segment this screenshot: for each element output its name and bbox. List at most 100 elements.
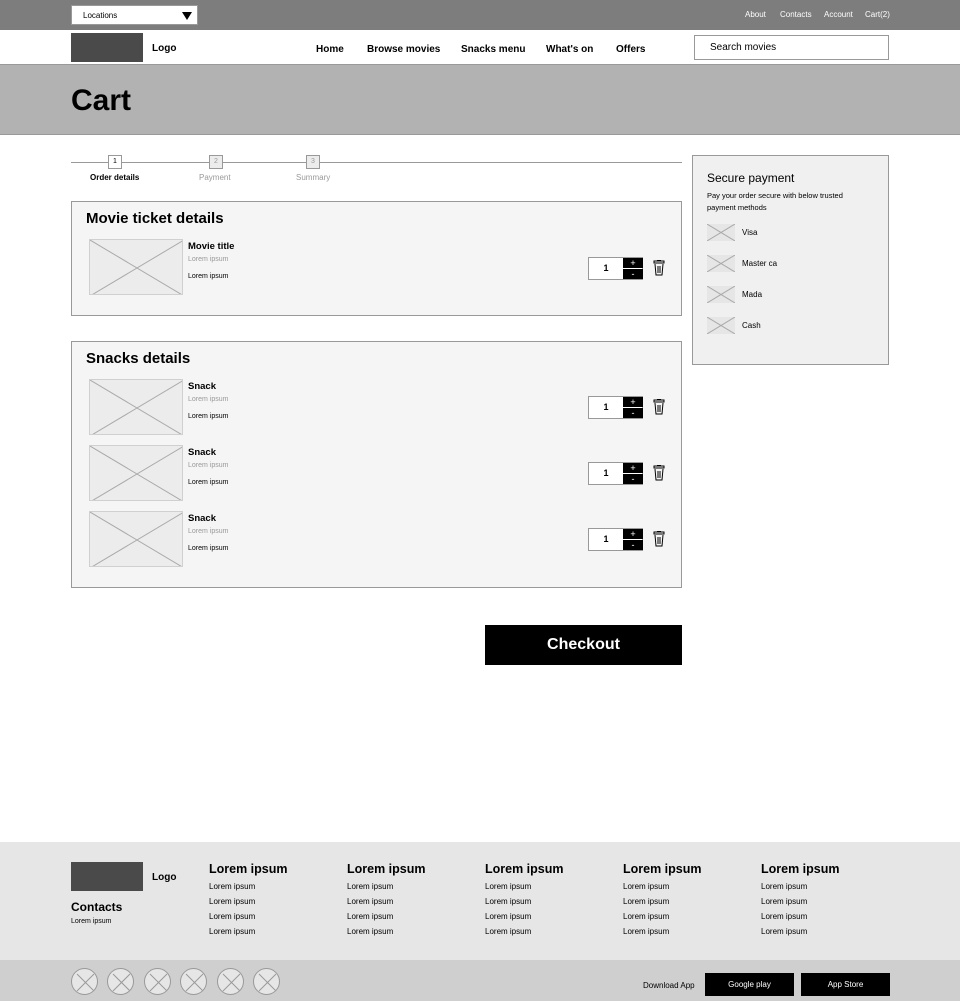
payment-method-visa: Visa bbox=[742, 228, 758, 237]
snack-detail: Lorem ipsum bbox=[188, 545, 229, 552]
social-icon[interactable] bbox=[180, 968, 207, 995]
footer-link[interactable]: Lorem ipsum bbox=[485, 912, 531, 921]
footer-link[interactable]: Lorem ipsum bbox=[347, 912, 393, 921]
page-title: Cart bbox=[71, 84, 132, 117]
snack-detail: Lorem ipsum bbox=[188, 479, 229, 486]
footer-link[interactable]: Lorem ipsum bbox=[347, 927, 393, 936]
footer-column-title: Lorem ipsum bbox=[485, 862, 564, 876]
secure-payment-title: Secure payment bbox=[707, 171, 795, 185]
footer-link[interactable]: Lorem ipsum bbox=[623, 897, 669, 906]
google-play-button[interactable]: Google play bbox=[705, 973, 794, 996]
quantity-value[interactable]: 1 bbox=[589, 258, 623, 279]
footer-link[interactable]: Lorem ipsum bbox=[623, 912, 669, 921]
payment-method-mada: Mada bbox=[742, 290, 763, 299]
movie-title: Movie title bbox=[188, 241, 235, 252]
image-placeholder-icon bbox=[89, 379, 183, 435]
logo-image[interactable] bbox=[71, 33, 143, 62]
snack-title: Snack bbox=[188, 513, 216, 524]
snack-title: Snack bbox=[188, 447, 216, 458]
footer-link[interactable]: Lorem ipsum bbox=[209, 927, 255, 936]
visa-icon bbox=[707, 224, 735, 241]
quantity-value[interactable]: 1 bbox=[589, 397, 623, 418]
quantity-value[interactable]: 1 bbox=[589, 529, 623, 550]
trash-icon[interactable] bbox=[653, 260, 665, 276]
snack-subtitle: Lorem ipsum bbox=[188, 528, 229, 535]
quantity-increase-button[interactable]: + bbox=[623, 258, 643, 268]
footer-link[interactable]: Lorem ipsum bbox=[209, 882, 255, 891]
stepper-line bbox=[71, 162, 682, 163]
mada-icon bbox=[707, 286, 735, 303]
snack-detail: Lorem ipsum bbox=[188, 413, 229, 420]
footer-link[interactable]: Lorem ipsum bbox=[209, 897, 255, 906]
quantity-stepper: 1 + - bbox=[588, 528, 643, 551]
footer-link[interactable]: Lorem ipsum bbox=[623, 882, 669, 891]
social-icon[interactable] bbox=[144, 968, 171, 995]
top-link-cart[interactable]: Cart(2) bbox=[865, 10, 890, 19]
footer-link[interactable]: Lorem ipsum bbox=[209, 912, 255, 921]
logo-text[interactable]: Logo bbox=[152, 43, 176, 54]
step-3-marker[interactable]: 3 bbox=[306, 155, 320, 169]
nav-whats-on[interactable]: What's on bbox=[546, 44, 593, 55]
footer-link[interactable]: Lorem ipsum bbox=[761, 912, 807, 921]
quantity-decrease-button[interactable]: - bbox=[623, 269, 643, 279]
snack-title: Snack bbox=[188, 381, 216, 392]
movie-detail: Lorem ipsum bbox=[188, 273, 229, 280]
footer-link[interactable]: Lorem ipsum bbox=[761, 897, 807, 906]
mastercard-icon bbox=[707, 255, 735, 272]
footer-link[interactable]: Lorem ipsum bbox=[485, 927, 531, 936]
quantity-decrease-button[interactable]: - bbox=[623, 408, 643, 418]
caret-down-icon bbox=[182, 12, 192, 20]
social-icon[interactable] bbox=[217, 968, 244, 995]
payment-method-cash: Cash bbox=[742, 321, 761, 330]
social-icon[interactable] bbox=[253, 968, 280, 995]
checkout-button[interactable]: Checkout bbox=[485, 625, 682, 665]
secure-payment-desc-2: payment methods bbox=[707, 203, 767, 212]
quantity-increase-button[interactable]: + bbox=[623, 463, 643, 473]
nav-offers[interactable]: Offers bbox=[616, 44, 645, 55]
snack-subtitle: Lorem ipsum bbox=[188, 396, 229, 403]
quantity-increase-button[interactable]: + bbox=[623, 397, 643, 407]
cash-icon bbox=[707, 317, 735, 334]
trash-icon[interactable] bbox=[653, 531, 665, 547]
step-2-marker[interactable]: 2 bbox=[209, 155, 223, 169]
step-1-marker[interactable]: 1 bbox=[108, 155, 122, 169]
download-app-label: Download App bbox=[643, 981, 695, 990]
snack-subtitle: Lorem ipsum bbox=[188, 462, 229, 469]
footer bbox=[0, 842, 960, 960]
quantity-value[interactable]: 1 bbox=[589, 463, 623, 484]
footer-link[interactable]: Lorem ipsum bbox=[347, 897, 393, 906]
footer-logo-image[interactable] bbox=[71, 862, 143, 891]
payment-method-mastercard: Master ca bbox=[742, 259, 778, 268]
footer-logo-text[interactable]: Logo bbox=[152, 872, 176, 883]
quantity-increase-button[interactable]: + bbox=[623, 529, 643, 539]
top-link-account[interactable]: Account bbox=[824, 10, 853, 19]
nav-snacks-menu[interactable]: Snacks menu bbox=[461, 44, 525, 55]
footer-link[interactable]: Lorem ipsum bbox=[485, 882, 531, 891]
quantity-stepper: 1 + - bbox=[588, 462, 643, 485]
search-input[interactable]: Search movies bbox=[694, 35, 889, 60]
footer-link[interactable]: Lorem ipsum bbox=[761, 882, 807, 891]
movie-panel-title: Movie ticket details bbox=[86, 210, 224, 227]
footer-contacts-title: Contacts bbox=[71, 900, 123, 914]
footer-link[interactable]: Lorem ipsum bbox=[761, 927, 807, 936]
app-store-button[interactable]: App Store bbox=[801, 973, 890, 996]
nav-browse-movies[interactable]: Browse movies bbox=[367, 44, 440, 55]
quantity-decrease-button[interactable]: - bbox=[623, 540, 643, 550]
search-placeholder: Search movies bbox=[710, 42, 777, 53]
location-select[interactable]: Locations bbox=[71, 5, 198, 25]
nav-home[interactable]: Home bbox=[316, 44, 344, 55]
social-icon[interactable] bbox=[107, 968, 134, 995]
trash-icon[interactable] bbox=[653, 399, 665, 415]
step-1-label: Order details bbox=[90, 173, 140, 182]
quantity-decrease-button[interactable]: - bbox=[623, 474, 643, 484]
social-icon[interactable] bbox=[71, 968, 98, 995]
trash-icon[interactable] bbox=[653, 465, 665, 481]
footer-link[interactable]: Lorem ipsum bbox=[347, 882, 393, 891]
top-link-about[interactable]: About bbox=[745, 10, 766, 19]
image-placeholder-icon bbox=[89, 511, 183, 567]
top-link-contacts[interactable]: Contacts bbox=[780, 10, 812, 19]
secure-payment-desc-1: Pay your order secure with below trusted bbox=[707, 191, 843, 200]
footer-column-title: Lorem ipsum bbox=[761, 862, 840, 876]
footer-link[interactable]: Lorem ipsum bbox=[623, 927, 669, 936]
footer-link[interactable]: Lorem ipsum bbox=[485, 897, 531, 906]
